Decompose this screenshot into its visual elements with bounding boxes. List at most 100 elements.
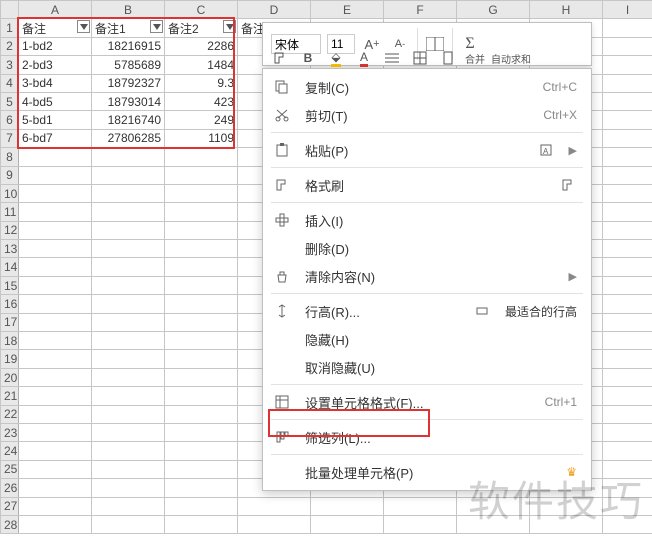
- col-header-H[interactable]: H: [530, 1, 603, 19]
- cell[interactable]: 1484: [165, 56, 238, 74]
- select-all-corner[interactable]: [1, 1, 19, 19]
- col-header-B[interactable]: B: [92, 1, 165, 19]
- col-header-G[interactable]: G: [457, 1, 530, 19]
- cell[interactable]: [457, 497, 530, 515]
- col-header-I[interactable]: I: [603, 1, 652, 19]
- cell[interactable]: 备注2: [165, 19, 238, 37]
- cell[interactable]: [19, 313, 92, 331]
- font-color-icon[interactable]: A: [353, 47, 375, 69]
- row-header[interactable]: 27: [1, 497, 19, 515]
- cell[interactable]: 249: [165, 111, 238, 129]
- format-painter-alt-icon[interactable]: [559, 178, 577, 192]
- cell[interactable]: [92, 350, 165, 368]
- best-row-icon[interactable]: [473, 304, 491, 318]
- col-header-C[interactable]: C: [165, 1, 238, 19]
- row-header[interactable]: 28: [1, 515, 19, 533]
- cell[interactable]: [603, 221, 652, 239]
- cell[interactable]: 备注: [19, 19, 92, 37]
- menu-paste[interactable]: 粘贴(P) A ▶: [263, 136, 591, 164]
- cell[interactable]: [19, 148, 92, 166]
- menu-delete[interactable]: 删除(D): [263, 234, 591, 262]
- cell[interactable]: 5-bd1: [19, 111, 92, 129]
- cell[interactable]: [92, 203, 165, 221]
- cell[interactable]: [603, 37, 652, 55]
- col-header-E[interactable]: E: [311, 1, 384, 19]
- cell[interactable]: 1109: [165, 129, 238, 147]
- cell[interactable]: [603, 350, 652, 368]
- cell[interactable]: [19, 203, 92, 221]
- cell[interactable]: [603, 460, 652, 478]
- cell[interactable]: [165, 295, 238, 313]
- format-icon[interactable]: [437, 47, 459, 69]
- row-header[interactable]: 2: [1, 37, 19, 55]
- cell[interactable]: [92, 368, 165, 386]
- cell[interactable]: [165, 479, 238, 497]
- cell[interactable]: [603, 442, 652, 460]
- cell[interactable]: [19, 332, 92, 350]
- cell[interactable]: [603, 497, 652, 515]
- cell[interactable]: [603, 240, 652, 258]
- cell[interactable]: [19, 442, 92, 460]
- col-header-F[interactable]: F: [384, 1, 457, 19]
- cell[interactable]: [92, 221, 165, 239]
- cell[interactable]: [92, 460, 165, 478]
- cell[interactable]: [19, 515, 92, 533]
- cell[interactable]: [19, 423, 92, 441]
- row-header[interactable]: 14: [1, 258, 19, 276]
- cell[interactable]: [603, 129, 652, 147]
- cell[interactable]: [92, 240, 165, 258]
- fill-color-icon[interactable]: ⬙: [325, 47, 347, 69]
- cell[interactable]: [92, 148, 165, 166]
- cell[interactable]: [165, 332, 238, 350]
- cell[interactable]: [92, 442, 165, 460]
- cell[interactable]: 6-bd7: [19, 129, 92, 147]
- cell[interactable]: [603, 405, 652, 423]
- cell[interactable]: 2286: [165, 37, 238, 55]
- row-header[interactable]: 9: [1, 166, 19, 184]
- row-header[interactable]: 6: [1, 111, 19, 129]
- cell[interactable]: [384, 497, 457, 515]
- cell[interactable]: 备注1: [92, 19, 165, 37]
- cell[interactable]: [165, 184, 238, 202]
- row-header[interactable]: 26: [1, 479, 19, 497]
- cell[interactable]: [603, 92, 652, 110]
- cell[interactable]: [92, 184, 165, 202]
- cell[interactable]: [603, 258, 652, 276]
- cell[interactable]: [603, 148, 652, 166]
- cell[interactable]: [165, 350, 238, 368]
- cell[interactable]: [311, 497, 384, 515]
- cell[interactable]: [19, 166, 92, 184]
- row-header[interactable]: 4: [1, 74, 19, 92]
- cell[interactable]: 27806285: [92, 129, 165, 147]
- cell[interactable]: [92, 332, 165, 350]
- cell[interactable]: [603, 332, 652, 350]
- format-painter-icon[interactable]: [269, 47, 291, 69]
- cell[interactable]: [92, 387, 165, 405]
- row-header[interactable]: 10: [1, 184, 19, 202]
- cell[interactable]: [19, 368, 92, 386]
- row-header[interactable]: 3: [1, 56, 19, 74]
- cell[interactable]: [165, 313, 238, 331]
- menu-batch[interactable]: 批量处理单元格(P) ♛: [263, 458, 591, 486]
- cell[interactable]: [165, 442, 238, 460]
- row-header[interactable]: 19: [1, 350, 19, 368]
- row-header[interactable]: 13: [1, 240, 19, 258]
- cell[interactable]: [603, 423, 652, 441]
- cell[interactable]: [92, 295, 165, 313]
- cell[interactable]: [92, 258, 165, 276]
- menu-hide[interactable]: 隐藏(H): [263, 325, 591, 353]
- menu-unhide[interactable]: 取消隐藏(U): [263, 353, 591, 381]
- cell[interactable]: [19, 184, 92, 202]
- row-header[interactable]: 1: [1, 19, 19, 37]
- cell[interactable]: [165, 240, 238, 258]
- cell[interactable]: [19, 240, 92, 258]
- cell[interactable]: [165, 515, 238, 533]
- cell[interactable]: 2-bd3: [19, 56, 92, 74]
- row-header[interactable]: 16: [1, 295, 19, 313]
- filter-dropdown-icon[interactable]: [223, 20, 236, 33]
- row-header[interactable]: 5: [1, 92, 19, 110]
- row-header[interactable]: 25: [1, 460, 19, 478]
- col-header-A[interactable]: A: [19, 1, 92, 19]
- cell[interactable]: [603, 203, 652, 221]
- filter-dropdown-icon[interactable]: [77, 20, 90, 33]
